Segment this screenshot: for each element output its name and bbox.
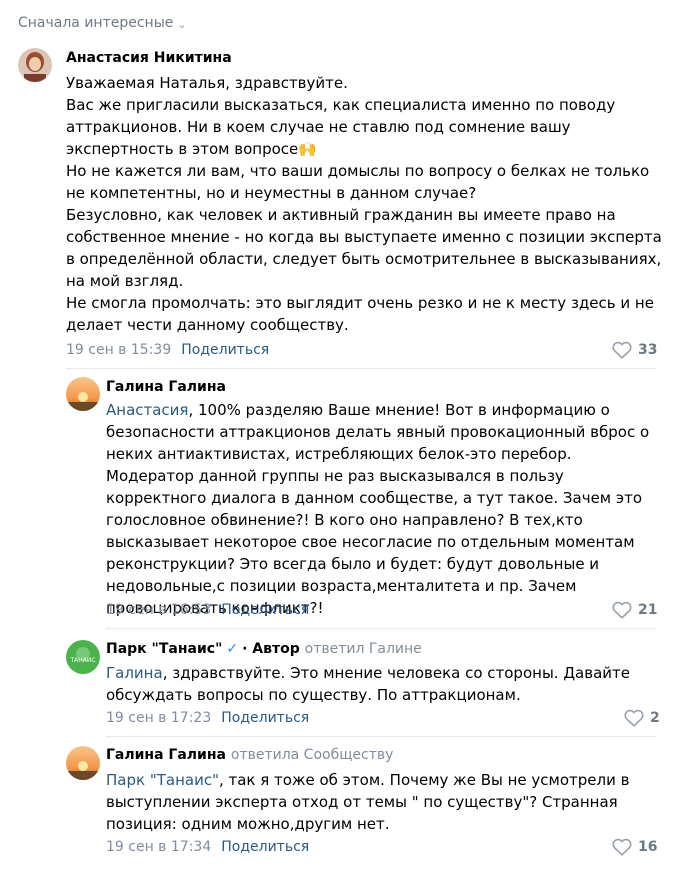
divider — [66, 368, 656, 369]
mention-link[interactable]: Парк "Танаис" — [106, 771, 219, 789]
like-button[interactable]: 33 — [612, 341, 657, 359]
avatar[interactable] — [66, 746, 100, 780]
share-button[interactable]: Поделиться — [221, 602, 309, 618]
comment-date[interactable]: 19 сен в 15:39 — [66, 342, 171, 358]
sort-label: Сначала интересные — [18, 15, 174, 31]
like-button[interactable]: 21 — [612, 601, 657, 619]
comment-text: Парк "Танаис", так я тоже об этом. Почем… — [106, 769, 656, 835]
avatar[interactable]: ТАНАИС — [66, 640, 100, 674]
comment-paragraph: Безусловно, как человек и активный гражд… — [66, 206, 662, 290]
comment-author[interactable]: Галина Галина — [106, 379, 226, 395]
sort-dropdown[interactable]: Сначала интересные ⌄ — [18, 15, 187, 31]
author-name[interactable]: Анастасия Никитина — [66, 50, 232, 66]
like-count: 33 — [638, 342, 658, 358]
replied-to[interactable]: ответил Галине — [305, 641, 422, 657]
share-button[interactable]: Поделиться — [221, 839, 309, 855]
comment-date[interactable]: 19 сен в 16:53 — [106, 602, 211, 618]
comment-author[interactable]: Анастасия Никитина — [66, 50, 232, 66]
like-count: 21 — [638, 602, 658, 618]
chevron-down-icon: ⌄ — [177, 17, 187, 31]
comment-footer: 19 сен в 16:53 Поделиться — [106, 602, 309, 618]
mention-link[interactable]: Анастасия — [106, 401, 188, 419]
heart-icon — [612, 601, 632, 619]
comment-paragraph: Вас же пригласили высказаться, как специ… — [66, 94, 666, 160]
park-logo-text: ТАНАИС — [69, 657, 95, 664]
divider — [106, 736, 656, 737]
heart-icon — [612, 838, 632, 856]
comment-paragraph: Не смогла промолчать: это выглядит очень… — [66, 294, 654, 334]
divider — [106, 628, 656, 629]
avatar[interactable] — [66, 377, 100, 411]
comment-footer: 19 сен в 15:39 Поделиться — [66, 342, 269, 358]
share-button[interactable]: Поделиться — [221, 710, 309, 726]
replied-to[interactable]: ответила Сообществу — [231, 747, 394, 763]
comment-text: Уважаемая Наталья, здравствуйте. Вас же … — [66, 72, 666, 336]
share-button[interactable]: Поделиться — [181, 342, 269, 358]
like-button[interactable]: 2 — [624, 709, 660, 727]
comment-footer: 19 сен в 17:23 Поделиться — [106, 710, 309, 726]
comment-author: Галина Галина ответила Сообществу — [106, 747, 393, 763]
author-name[interactable]: Галина Галина — [106, 747, 226, 763]
comment-paragraph: Но не кажется ли вам, что ваши домыслы п… — [66, 162, 650, 202]
avatar[interactable] — [18, 48, 52, 82]
comment-text: Галина, здравствуйте. Это мнение человек… — [106, 662, 656, 706]
comment-author: Парк "Танаис" ✓ · Автор ответил Галине — [106, 641, 422, 657]
like-count: 16 — [638, 839, 658, 855]
verified-icon: ✓ — [226, 641, 239, 657]
comment-body: , 100% разделяю Ваше мнение! Вот в инфор… — [106, 401, 650, 617]
author-name[interactable]: Парк "Танаис" — [106, 641, 222, 657]
comment-date[interactable]: 19 сен в 17:23 — [106, 710, 211, 726]
comment-text: Анастасия, 100% разделяю Ваше мнение! Во… — [106, 399, 656, 619]
author-name[interactable]: Галина Галина — [106, 379, 226, 395]
like-count: 2 — [650, 710, 660, 726]
like-button[interactable]: 16 — [612, 838, 657, 856]
heart-icon — [612, 341, 632, 359]
mention-link[interactable]: Галина — [106, 664, 163, 682]
comment-paragraph: Уважаемая Наталья, здравствуйте. — [66, 74, 348, 92]
heart-icon — [624, 709, 644, 727]
comment-paragraph-text: Вас же пригласили высказаться, как специ… — [66, 96, 616, 158]
author-tag: · Автор — [242, 641, 300, 657]
comment-body: , здравствуйте. Это мнение человека со с… — [106, 664, 630, 704]
raised-hands-emoji-icon: 🙌 — [298, 140, 317, 158]
comment-date[interactable]: 19 сен в 17:34 — [106, 839, 211, 855]
comment-footer: 19 сен в 17:34 Поделиться — [106, 839, 309, 855]
